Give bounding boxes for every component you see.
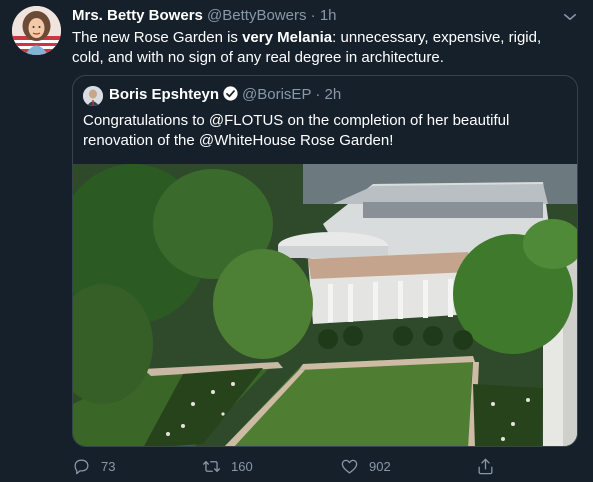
quoted-timestamp[interactable]: 2h [325, 86, 342, 103]
quoted-tweet[interactable]: Boris Epshteyn @BorisEP · 2h Congratulat… [72, 75, 578, 447]
tweet-timestamp[interactable]: 1h [320, 7, 337, 24]
retweet-button[interactable]: 160 [202, 455, 253, 477]
retweet-icon [202, 460, 221, 472]
tweet-text-bold: very Melania [242, 29, 333, 46]
tweet-actions: 73 160 902 [72, 455, 582, 479]
retweet-count: 160 [231, 458, 253, 474]
quoted-header: Boris Epshteyn @BorisEP · 2h [109, 85, 341, 105]
quoted-author-handle[interactable]: @BorisEP [242, 86, 311, 103]
quoted-author-avatar[interactable] [83, 86, 103, 106]
tweet[interactable]: Mrs. Betty Bowers @BettyBowers · 1h The … [0, 0, 593, 482]
quoted-author-name[interactable]: Boris Epshteyn [109, 86, 219, 103]
tweet-text-before: The new Rose Garden is [72, 29, 243, 46]
quoted-separator: · [315, 86, 321, 103]
reply-count: 73 [101, 458, 116, 474]
chevron-down-icon[interactable] [561, 8, 579, 26]
heart-icon [341, 459, 358, 473]
quoted-text: Congratulations to @FLOTUS on the comple… [83, 112, 510, 149]
author-handle[interactable]: @BettyBowers [207, 7, 306, 24]
tweet-header: Mrs. Betty Bowers @BettyBowers · 1h [72, 6, 337, 26]
reply-button[interactable]: 73 [72, 455, 115, 477]
header-separator: · [310, 7, 316, 24]
share-icon [478, 458, 493, 474]
verified-badge-icon [223, 86, 238, 101]
author-avatar[interactable] [12, 6, 61, 55]
rose-garden-photo[interactable] [73, 164, 578, 447]
author-name[interactable]: Mrs. Betty Bowers [72, 7, 203, 24]
reply-icon [74, 459, 89, 474]
like-button[interactable]: 902 [340, 455, 391, 477]
share-button[interactable] [476, 455, 505, 477]
tweet-text: The new Rose Garden is very Melania: unn… [72, 28, 572, 68]
like-count: 902 [369, 458, 391, 474]
